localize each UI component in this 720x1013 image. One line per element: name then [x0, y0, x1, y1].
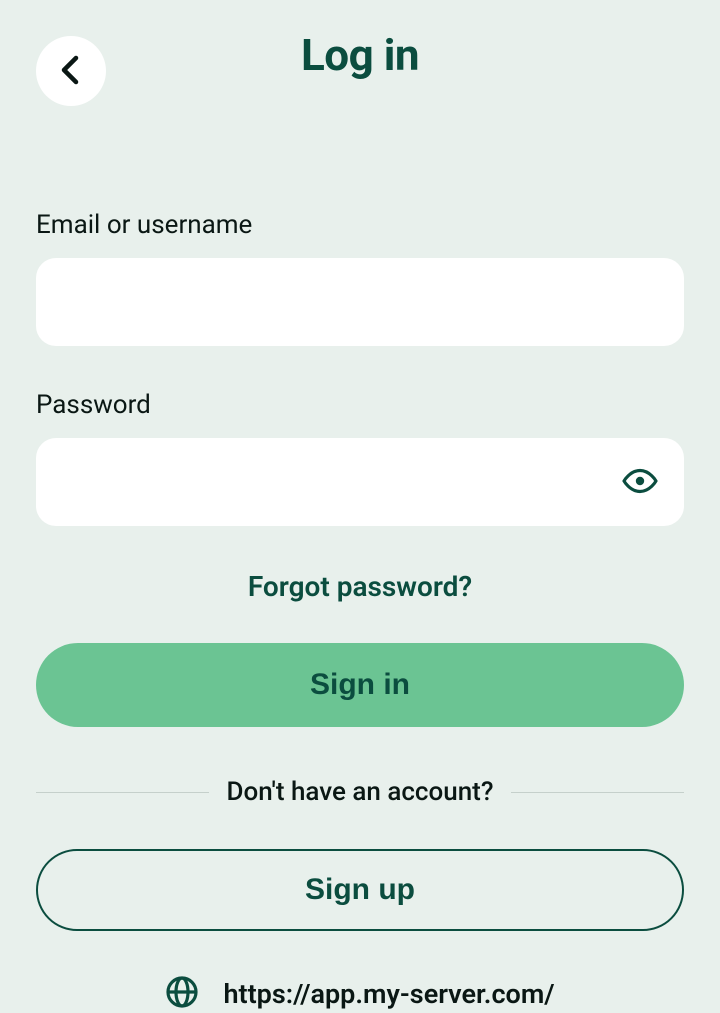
globe-icon — [165, 975, 199, 1013]
password-input[interactable] — [36, 438, 684, 526]
page-title: Log in — [301, 29, 419, 81]
password-field-group: Password — [36, 390, 684, 526]
eye-icon — [622, 468, 658, 497]
login-form: Email or username Password Forgot passwo… — [0, 110, 720, 1013]
divider-line-left — [36, 792, 209, 793]
back-button[interactable] — [36, 36, 106, 106]
divider-line-right — [511, 792, 684, 793]
server-url-text: https://app.my-server.com/ — [223, 978, 554, 1010]
toggle-password-visibility-button[interactable] — [616, 458, 664, 506]
email-input-wrap — [36, 258, 684, 346]
forgot-password-link[interactable]: Forgot password? — [36, 570, 684, 603]
email-input[interactable] — [36, 258, 684, 346]
signup-button[interactable]: Sign up — [36, 849, 684, 931]
email-field-group: Email or username — [36, 210, 684, 346]
email-label: Email or username — [36, 210, 684, 240]
header: Log in — [0, 0, 720, 110]
password-label: Password — [36, 390, 684, 420]
password-input-wrap — [36, 438, 684, 526]
signin-button[interactable]: Sign in — [36, 643, 684, 727]
divider-text: Don't have an account? — [227, 777, 494, 807]
signup-divider: Don't have an account? — [36, 777, 684, 807]
server-url-row[interactable]: https://app.my-server.com/ — [36, 975, 684, 1013]
chevron-left-icon — [58, 55, 84, 88]
